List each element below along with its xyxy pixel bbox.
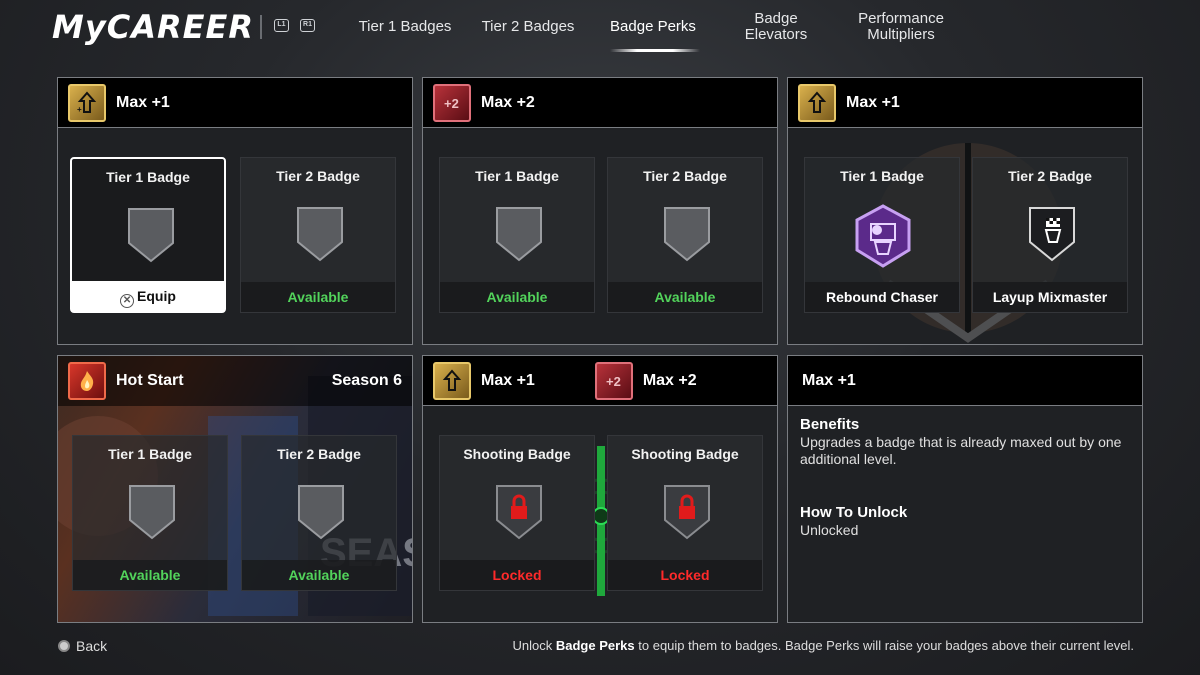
active-tab-indicator <box>610 49 700 52</box>
perk-card-hot-start[interactable]: SEAS Hot Start Season 6 Tier 1 Badge Ava… <box>57 355 413 623</box>
unlock-status: Unlocked <box>800 522 859 538</box>
slot-status: Available <box>440 282 594 312</box>
lock-icon <box>496 485 542 540</box>
button-cross-icon: ✕ <box>120 294 135 308</box>
empty-badge-icon <box>664 207 710 262</box>
perk-info-panel: Max +1 Benefits Upgrades a badge that is… <box>787 355 1143 623</box>
tab-tier-1-badges[interactable]: Tier 1 Badges <box>350 0 460 54</box>
slot-status: Available <box>608 282 762 312</box>
max-plus-2-icon: +2 <box>594 361 633 400</box>
top-nav: MyCAREER L1 R1 Tier 1 Badges Tier 2 Badg… <box>0 0 1200 60</box>
logo-divider <box>260 15 262 39</box>
card-header: +2 Max +2 <box>423 78 777 128</box>
tab-performance-multipliers[interactable]: Performance Multipliers <box>845 0 957 54</box>
equipped-badge-name: Layup Mixmaster <box>973 282 1127 312</box>
shooting-badge-slot[interactable]: Shooting Badge Locked <box>439 435 595 591</box>
tier-1-badge-slot[interactable]: Tier 1 Badge Rebound Chaser <box>804 157 960 313</box>
perk-card-max-plus-1-equipped[interactable]: Max +1 Tier 1 Badge Rebound Chaser Tier … <box>787 77 1143 345</box>
slot-title: Shooting Badge <box>463 446 571 462</box>
card-header: Max +1 <box>788 356 1142 406</box>
card-title: Max +1 <box>116 93 170 111</box>
hint-suffix: to equip them to badges. Badge Perks wil… <box>638 638 1134 653</box>
info-body: Benefits Upgrades a badge that is alread… <box>800 416 1130 539</box>
slot-title: Tier 1 Badge <box>108 446 192 462</box>
max-plus-1-icon <box>433 361 471 400</box>
hint-prefix: Unlock <box>512 638 553 653</box>
tier-2-badge-slot[interactable]: Tier 2 Badge Available <box>607 157 763 313</box>
back-label: Back <box>76 638 108 654</box>
tab-tier-2-badges[interactable]: Tier 2 Badges <box>472 0 584 54</box>
slot-title: Tier 1 Badge <box>106 169 190 185</box>
max-plus-1-icon: + <box>68 83 106 122</box>
tier-2-badge-slot[interactable]: Tier 2 Badge Available <box>240 157 396 313</box>
circle-button-icon <box>58 640 70 652</box>
tier-1-badge-slot[interactable]: Tier 1 Badge ✕ Equip <box>70 157 226 313</box>
card-title-left: Max +1 <box>481 371 535 389</box>
equip-label: Equip <box>137 288 176 304</box>
tier-2-badge-slot[interactable]: Tier 2 Badge Available <box>241 435 397 591</box>
card-title-right: Max +2 <box>642 371 697 389</box>
card-header: Max +1 <box>788 78 1142 128</box>
tier-1-badge-slot[interactable]: Tier 1 Badge Available <box>72 435 228 591</box>
tier-2-badge-slot[interactable]: Tier 2 Badge Layup Mixmaster <box>972 157 1128 313</box>
perk-card-max-plus-1[interactable]: + Max +1 Tier 1 Badge ✕ Equip Tier 2 Badg… <box>57 77 413 345</box>
card-header: + Max +1 <box>58 78 412 128</box>
slot-status: Available <box>73 560 227 590</box>
lock-icon <box>664 485 710 540</box>
slot-status: Available <box>242 560 396 590</box>
slot-status: Available <box>241 282 395 312</box>
card-title: Max +1 <box>846 93 900 111</box>
slot-status: Locked <box>440 560 594 590</box>
svg-text:+: + <box>77 105 82 114</box>
hint-bold: Badge Perks <box>555 638 635 653</box>
back-button[interactable]: Back <box>58 638 107 654</box>
card-title: Hot Start <box>116 372 184 389</box>
empty-badge-icon <box>128 208 174 263</box>
slot-title: Tier 2 Badge <box>276 168 360 184</box>
card-title: Max +2 <box>481 93 535 111</box>
footer-hint: Unlock Badge Perks to equip them to badg… <box>513 638 1135 653</box>
slot-title: Tier 2 Badge <box>643 168 727 184</box>
unlock-heading: How To Unlock <box>800 504 908 521</box>
slot-title: Tier 1 Badge <box>475 168 559 184</box>
max-plus-1-icon <box>798 83 836 122</box>
season-label: Season 6 <box>331 372 402 389</box>
rebound-chaser-icon <box>855 204 911 268</box>
mycareer-logo: MyCAREER <box>52 8 254 46</box>
empty-badge-icon <box>297 207 343 262</box>
info-title: Max +1 <box>802 371 856 389</box>
perk-card-shooting-combo[interactable]: Max +1 +2 Max +2 Shooting Badge Locked S… <box>422 355 778 623</box>
slot-title: Tier 2 Badge <box>1008 168 1092 184</box>
r1-button-icon[interactable]: R1 <box>300 19 315 32</box>
svg-text:+2: +2 <box>444 96 459 111</box>
slot-status: Locked <box>608 560 762 590</box>
empty-badge-icon <box>298 485 344 540</box>
svg-text:+2: +2 <box>606 374 621 389</box>
benefits-heading: Benefits <box>800 416 860 433</box>
tab-badge-elevators[interactable]: Badge Elevators <box>730 0 822 54</box>
equipped-badge-name: Rebound Chaser <box>805 282 959 312</box>
perk-card-max-plus-2[interactable]: +2 Max +2 Tier 1 Badge Available Tier 2 … <box>422 77 778 345</box>
card-header: Max +1 +2 Max +2 <box>423 356 777 406</box>
layup-mixmaster-icon <box>1029 207 1075 262</box>
fire-icon <box>68 362 106 400</box>
max-plus-2-icon: +2 <box>433 83 471 122</box>
empty-badge-icon <box>496 207 542 262</box>
card-header: Hot Start Season 6 <box>58 356 412 406</box>
tab-badge-perks[interactable]: Badge Perks <box>600 0 706 54</box>
equip-button[interactable]: ✕ Equip <box>72 281 224 311</box>
shooting-badge-slot[interactable]: Shooting Badge Locked <box>607 435 763 591</box>
benefits-text: Upgrades a badge that is already maxed o… <box>800 434 1122 467</box>
slot-title: Tier 1 Badge <box>840 168 924 184</box>
slot-title: Shooting Badge <box>631 446 739 462</box>
empty-badge-icon <box>129 485 175 540</box>
slot-title: Tier 2 Badge <box>277 446 361 462</box>
tier-1-badge-slot[interactable]: Tier 1 Badge Available <box>439 157 595 313</box>
l1-button-icon[interactable]: L1 <box>274 19 289 32</box>
